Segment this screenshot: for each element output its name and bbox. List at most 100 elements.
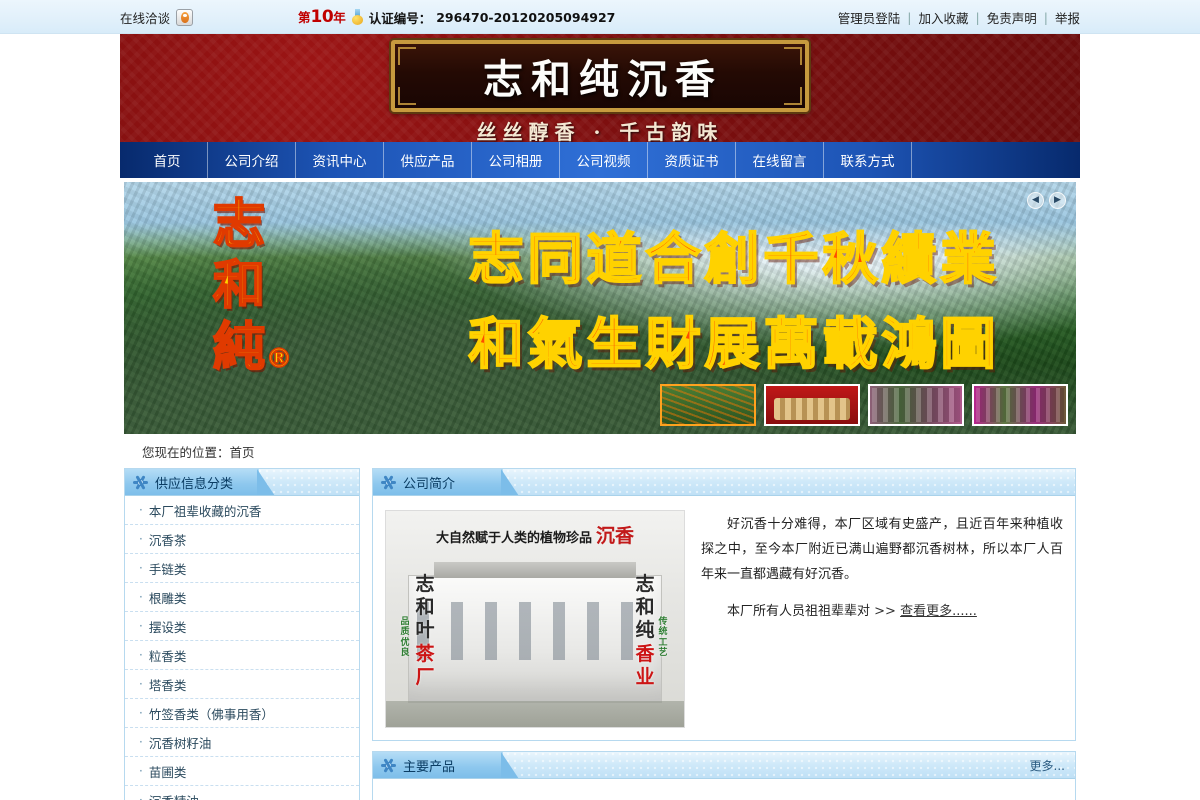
category-item-heirloom-agarwood[interactable]: · 本厂祖辈收藏的沉香 (125, 496, 359, 525)
bullet-icon: · (139, 677, 143, 691)
main-content: 供应信息分类 · 本厂祖辈收藏的沉香 · 沉香茶 · 手链类 · 根雕类 · 摆… (124, 468, 1076, 800)
nav-item-video[interactable]: 公司视频 (560, 142, 648, 178)
hero-slogan-line-2: 和氣生財展萬載鴻圖 (467, 310, 1000, 377)
category-label: 竹签香类（佛事用香） (148, 706, 274, 722)
bullet-icon: · (139, 590, 143, 604)
category-item-bamboo-stick-incense[interactable]: · 竹签香类（佛事用香） (125, 699, 359, 728)
right-content-column: 公司简介 大自然赋于人类的植物珍品 沉香 志和叶 茶厂 志和纯 香业 品质优良 … (372, 468, 1076, 800)
main-products-header: 主要产品 更多... (373, 752, 1075, 779)
factory-photo: 大自然赋于人类的植物珍品 沉香 志和叶 茶厂 志和纯 香业 品质优良 传统工艺 (385, 510, 685, 728)
category-item-agarwood-tea[interactable]: · 沉香茶 (125, 525, 359, 554)
category-item-root-carvings[interactable]: · 根雕类 (125, 583, 359, 612)
link-report[interactable]: 举报 (1055, 8, 1080, 27)
company-intro-paragraph-2: 本厂所有人员祖祖辈辈对 >> 查看更多...... (701, 599, 1063, 624)
cert-label: 认证编号： (368, 10, 432, 26)
category-label: 根雕类 (148, 590, 187, 606)
top-links: 管理员登陆 | 加入收藏 | 免责声明 | 举报 (838, 8, 1080, 27)
factory-left-sign-red: 茶厂 (415, 642, 435, 688)
category-label: 沉香精油 (149, 791, 199, 800)
main-navigation: 首页 公司介绍 资讯中心 供应产品 公司相册 公司视频 资质证书 在线留言 联系… (120, 142, 1080, 178)
factory-left-side-glyph: 品质优良 (400, 617, 410, 659)
link-admin-login[interactable]: 管理员登陆 (838, 8, 901, 27)
company-intro-paragraph-2-text: 本厂所有人员祖祖辈辈对 (727, 604, 871, 619)
company-intro-title: 公司简介 (403, 476, 456, 492)
view-more-link[interactable]: 查看更多...... (900, 604, 977, 619)
site-header-banner: 志和纯沉香 丝丝醇香 · 千古韵味 (120, 34, 1080, 142)
nav-item-about[interactable]: 公司介绍 (208, 142, 296, 178)
nav-item-certificate[interactable]: 资质证书 (648, 142, 736, 178)
slider-thumbnail-1[interactable] (660, 384, 756, 426)
slider-thumbnail-4[interactable] (972, 384, 1068, 426)
hero-slogan-line-1: 志同道合創千秋績業 (467, 225, 1000, 292)
slider-thumbnail-strip (660, 384, 1068, 426)
category-label: 粒香类 (148, 648, 187, 664)
bullet-icon: · (139, 561, 143, 575)
hero-brand-vertical: 志 和 純 ® (184, 193, 294, 379)
company-subtitle: 丝丝醇香 · 千古韵味 (476, 120, 724, 142)
link-separator: | (975, 9, 980, 25)
nav-item-message[interactable]: 在线留言 (736, 142, 824, 178)
category-label: 手链类 (148, 561, 187, 577)
slider-thumbnail-3[interactable] (868, 384, 964, 426)
qq-penguin-icon[interactable] (176, 8, 194, 26)
breadcrumb: 您现在的位置：首页 (124, 434, 1076, 468)
hero-slider[interactable]: 志 和 純 ® 志同道合創千秋績業 和氣生財展萬載鴻圖 ◀ ▶ (124, 182, 1076, 434)
link-separator: | (1043, 9, 1048, 25)
factory-right-sign-gray: 志和纯 (635, 573, 655, 642)
company-intro-header: 公司简介 (373, 469, 1075, 496)
company-title: 志和纯沉香 (483, 56, 723, 103)
company-intro-text: 好沉香十分难得，本厂区域有史盛产，且近百年来种植收探之中，至今本厂附近已满山遍野… (701, 510, 1063, 728)
factory-right-side-glyph: 传统工艺 (658, 617, 668, 659)
plaque-corner-ornament (398, 87, 416, 105)
online-chat-entry[interactable]: 在线洽谈 (120, 8, 194, 27)
slider-prev-icon[interactable]: ◀ (1027, 192, 1044, 209)
supply-category-tab: 供应信息分类 (125, 469, 276, 495)
link-separator: | (907, 9, 912, 25)
supply-category-panel: 供应信息分类 · 本厂祖辈收藏的沉香 · 沉香茶 · 手链类 · 根雕类 · 摆… (124, 468, 360, 800)
more-arrows-icon: >> (874, 604, 896, 619)
slider-thumbnail-2[interactable] (764, 384, 860, 426)
years-prefix: 第 (298, 10, 311, 25)
nav-item-contact[interactable]: 联系方式 (824, 142, 912, 178)
company-intro-tab: 公司简介 (373, 469, 519, 495)
bullet-icon: · (139, 793, 143, 800)
main-products-more-link[interactable]: 更多... (1030, 757, 1075, 774)
plaque-corner-ornament (398, 47, 416, 65)
company-intro-body: 大自然赋于人类的植物珍品 沉香 志和叶 茶厂 志和纯 香业 品质优良 传统工艺 … (373, 496, 1075, 740)
supply-category-title: 供应信息分类 (155, 476, 234, 492)
factory-photo-caption: 大自然赋于人类的植物珍品 沉香 (386, 521, 684, 548)
company-intro-panel: 公司简介 大自然赋于人类的植物珍品 沉香 志和叶 茶厂 志和纯 香业 品质优良 … (372, 468, 1076, 741)
nav-item-album[interactable]: 公司相册 (472, 142, 560, 178)
bullet-icon: · (139, 619, 143, 633)
snowflake-icon (381, 757, 396, 773)
nav-item-home[interactable]: 首页 (126, 142, 208, 178)
certification-info: 第10年 认证编号： 296470-20120205094927 (298, 7, 615, 27)
nav-item-products[interactable]: 供应产品 (384, 142, 472, 178)
company-intro-paragraph-1: 好沉香十分难得，本厂区域有史盛产，且近百年来种植收探之中，至今本厂附近已满山遍野… (701, 517, 1063, 582)
category-label: 沉香茶 (148, 532, 187, 548)
category-item-essential-oil[interactable]: · 沉香精油 (125, 786, 359, 800)
breadcrumb-text: 您现在的位置：首页 (142, 444, 255, 460)
factory-caption-accent: 沉香 (596, 525, 635, 547)
category-item-ornaments[interactable]: · 摆设类 (125, 612, 359, 641)
bullet-icon: · (139, 764, 143, 778)
supply-category-header: 供应信息分类 (125, 469, 359, 496)
main-products-title: 主要产品 (403, 759, 456, 775)
plaque-corner-ornament (784, 47, 802, 65)
factory-left-sign: 志和叶 茶厂 (412, 573, 438, 689)
category-item-seed-oil[interactable]: · 沉香树籽油 (125, 728, 359, 757)
category-item-nursery[interactable]: · 苗圃类 (125, 757, 359, 786)
nav-item-news[interactable]: 资讯中心 (296, 142, 384, 178)
factory-left-sign-gray: 志和叶 (415, 573, 435, 642)
bullet-icon: · (139, 503, 143, 517)
slider-next-icon[interactable]: ▶ (1049, 192, 1066, 209)
hero-brand-char-1: 志 (212, 193, 266, 256)
category-item-granule-incense[interactable]: · 粒香类 (125, 641, 359, 670)
category-item-bracelets[interactable]: · 手链类 (125, 554, 359, 583)
bullet-icon: · (139, 735, 143, 749)
link-add-favorite[interactable]: 加入收藏 (919, 8, 969, 27)
link-disclaimer[interactable]: 免责声明 (987, 8, 1037, 27)
plaque-corner-ornament (784, 87, 802, 105)
category-item-cone-incense[interactable]: · 塔香类 (125, 670, 359, 699)
panel-spacer (372, 741, 1076, 751)
